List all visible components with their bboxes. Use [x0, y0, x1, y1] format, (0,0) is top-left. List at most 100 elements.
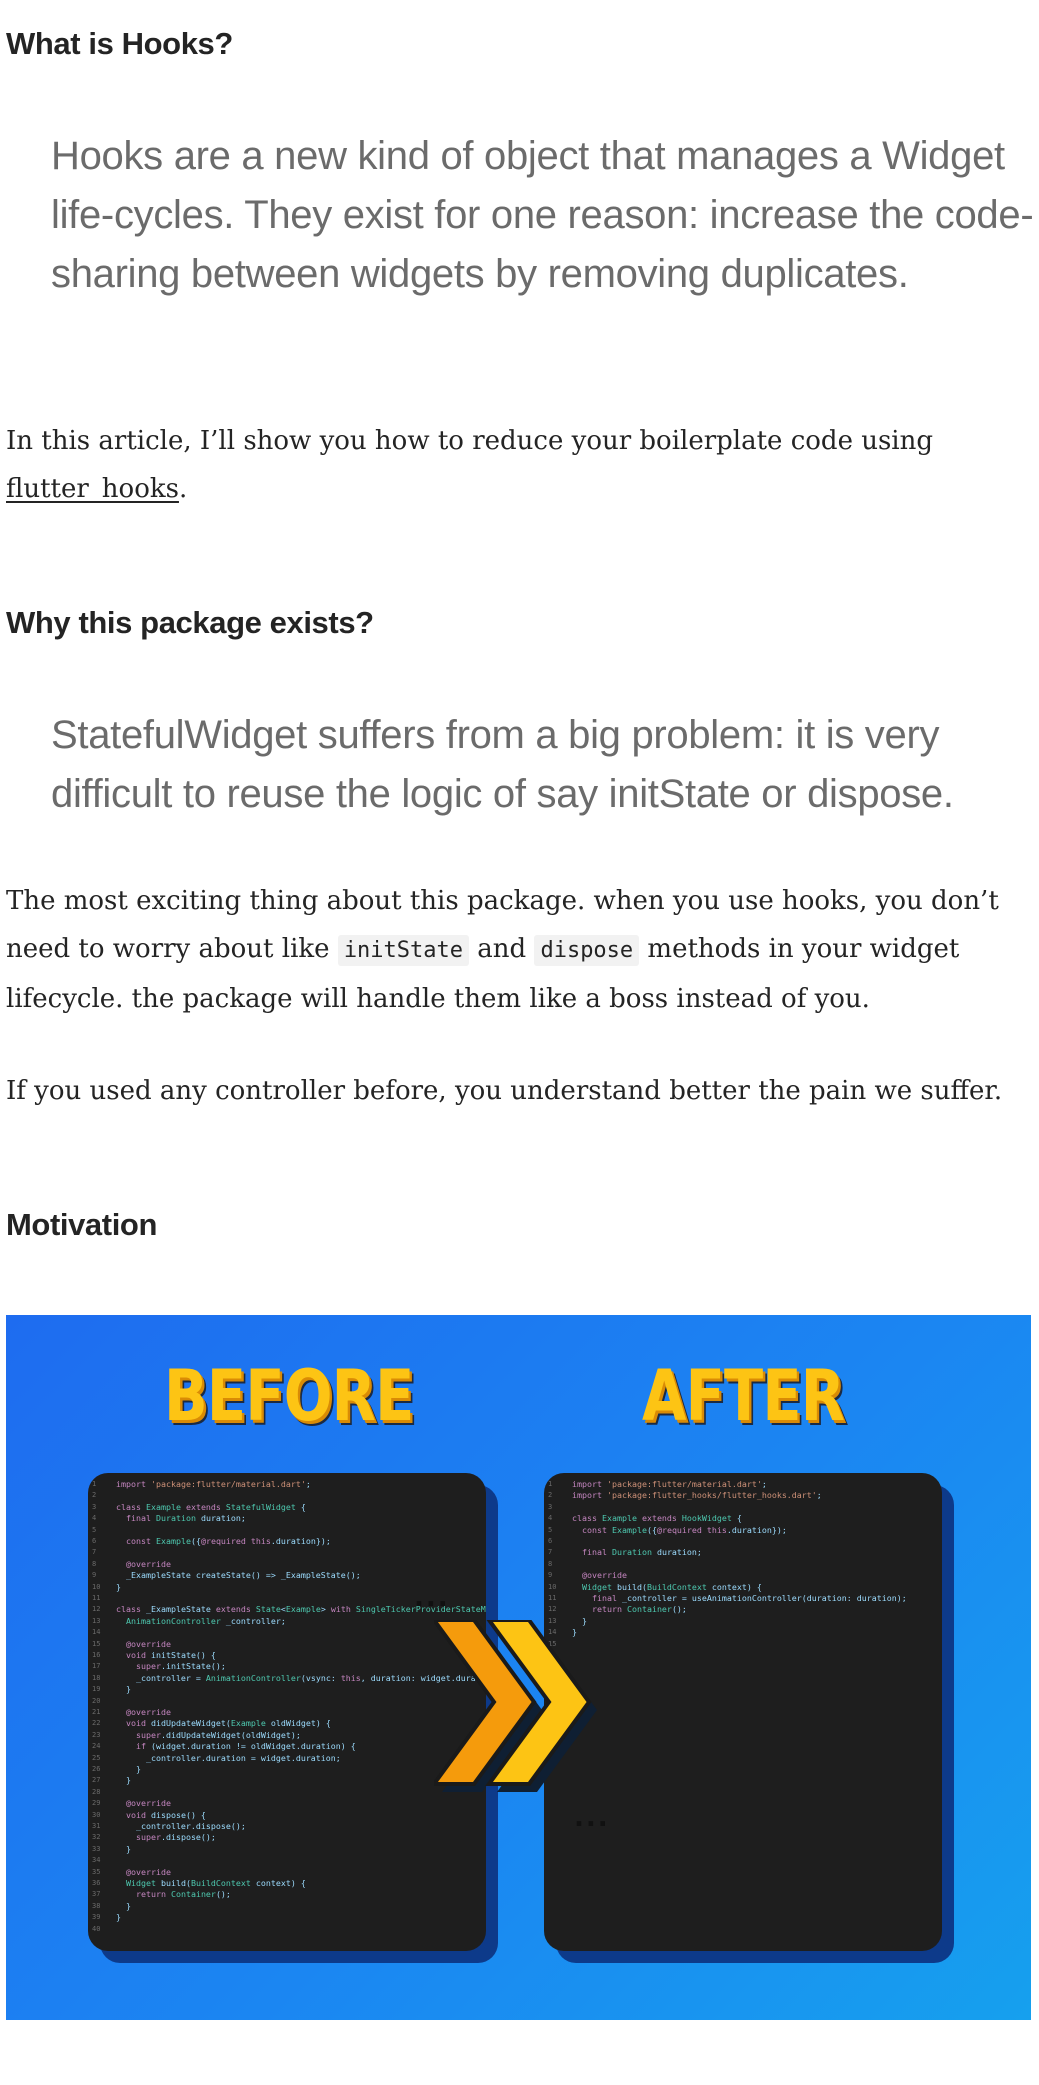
- before-line-number: 24: [92, 1742, 101, 1751]
- before-code-line: if (widget.duration != oldWidget.duratio…: [135, 1741, 356, 1752]
- before-code-line: final Duration duration;: [126, 1513, 246, 1524]
- before-code-line: _controller.duration = widget.duration;: [116, 1752, 341, 1763]
- before-line-number: 4: [92, 1514, 97, 1523]
- before-line-number: 40: [92, 1924, 101, 1933]
- after-code-line: import 'package:flutter/material.dart';: [572, 1479, 767, 1489]
- double-chevron-icon: [434, 1620, 597, 1792]
- before-code-line: @override: [126, 1866, 171, 1877]
- before-line-number: 9: [92, 1571, 97, 1580]
- flutter-hooks-link[interactable]: flutter_hooks: [6, 474, 179, 504]
- quote-what-is-hooks: Hooks are a new kind of object that mana…: [51, 134, 1034, 296]
- before-code-line: import 'package:flutter/material.dart';: [116, 1479, 311, 1489]
- before-line-number: 5: [92, 1525, 97, 1534]
- before-line-number: 37: [92, 1890, 101, 1899]
- before-line-number: 22: [92, 1719, 101, 1728]
- before-line-number: 18: [92, 1673, 101, 1682]
- heading-motivation: Motivation: [6, 1207, 157, 1242]
- after-code-line: return Container();: [591, 1604, 687, 1615]
- before-line-number: 25: [92, 1753, 101, 1762]
- inline-code-initstate: initState: [337, 935, 470, 966]
- after-line-number: 3: [548, 1502, 553, 1511]
- before-line-number: 26: [92, 1765, 101, 1773]
- after-code-line: final _controller = useAnimationControll…: [591, 1593, 907, 1603]
- after-code-line: import 'package:flutter_hooks/flutter_ho…: [572, 1490, 822, 1501]
- before-code-line: void dispose() {: [126, 1809, 206, 1820]
- after-code-line: Widget build(BuildContext context) {: [582, 1581, 762, 1592]
- before-line-number: 1: [92, 1480, 97, 1488]
- before-code-line: void initState() {: [126, 1650, 216, 1660]
- before-code-line: return Container();: [135, 1889, 231, 1900]
- before-code-line: }: [116, 1843, 131, 1854]
- before-line-number: 28: [92, 1787, 101, 1796]
- exciting-paragraph: The most exciting thing about this packa…: [6, 877, 1036, 1023]
- before-code-line: }: [116, 1900, 131, 1911]
- before-code-line: }: [116, 1775, 131, 1786]
- before-line-number: 21: [92, 1708, 101, 1716]
- before-line-number: 23: [92, 1730, 101, 1739]
- before-code-line: }: [116, 1684, 131, 1695]
- inline-code-dispose: dispose: [534, 935, 640, 966]
- intro-text: In this article, I’ll show you how to re…: [6, 426, 934, 456]
- after-code-line: @override: [582, 1570, 627, 1581]
- before-code-line: void didUpdateWidget(Example oldWidget) …: [126, 1718, 331, 1729]
- before-line-number: 38: [92, 1901, 101, 1910]
- before-line-number: 17: [92, 1662, 101, 1671]
- before-code-line: @override: [126, 1558, 171, 1569]
- before-label: BEFORE: [164, 1355, 414, 1437]
- after-line-number: 1: [548, 1480, 553, 1488]
- before-after-figure: BEFORE AFTER 1 import 'package:flutter/ma…: [6, 1315, 1031, 2020]
- before-line-number: 39: [92, 1913, 101, 1922]
- before-line-number: 32: [92, 1833, 101, 1842]
- before-code-line: AnimationController _controller;: [126, 1615, 286, 1626]
- before-line-number: 27: [92, 1776, 101, 1785]
- before-code-line: }: [116, 1581, 121, 1592]
- exciting-text-2: and: [469, 934, 535, 964]
- ellipsis-left: ...: [414, 1583, 450, 1613]
- before-line-number: 31: [92, 1822, 101, 1830]
- before-code-line: }: [116, 1912, 121, 1923]
- before-line-number: 3: [92, 1502, 97, 1511]
- before-line-number: 35: [92, 1867, 101, 1876]
- before-code-line: Widget build(BuildContext context) {: [126, 1878, 306, 1888]
- ellipsis-right: ...: [574, 1803, 610, 1833]
- before-line-number: 36: [92, 1879, 101, 1887]
- after-line-number: 2: [548, 1491, 553, 1500]
- before-code-line: class Example extends StatefulWidget {: [116, 1501, 306, 1512]
- before-line-number: 8: [92, 1559, 97, 1568]
- before-line-number: 20: [92, 1696, 101, 1705]
- after-code-line: const Example({@required this.duration})…: [582, 1524, 787, 1535]
- after-label: AFTER: [642, 1355, 845, 1437]
- before-line-number: 13: [92, 1616, 101, 1625]
- before-code-line: super.initState();: [135, 1661, 226, 1672]
- before-line-number: 12: [92, 1605, 101, 1614]
- before-line-number: 6: [92, 1537, 97, 1545]
- after-line-number: 10: [548, 1582, 557, 1591]
- before-code-line: super.didUpdateWidget(oldWidget);: [135, 1729, 301, 1740]
- after-line-number: 8: [548, 1559, 553, 1568]
- after-line-number: 5: [548, 1525, 553, 1534]
- after-line-number: 12: [548, 1605, 557, 1614]
- before-code-line: _controller = AnimationController(vsync:…: [116, 1672, 486, 1683]
- heading-why-package: Why this package exists?: [6, 605, 374, 640]
- before-code-line: @override: [126, 1798, 171, 1809]
- after-line-number: 11: [548, 1594, 557, 1602]
- before-code-line: }: [116, 1764, 141, 1774]
- before-line-number: 19: [92, 1685, 101, 1694]
- after-line-number: 6: [548, 1537, 553, 1545]
- before-line-number: 30: [92, 1810, 101, 1819]
- before-code-line: @override: [126, 1638, 171, 1649]
- before-line-number: 16: [92, 1651, 101, 1659]
- after-line-number: 4: [548, 1514, 553, 1523]
- controller-paragraph: If you used any controller before, you u…: [6, 1076, 1003, 1106]
- after-code-line: class Example extends HookWidget {: [572, 1513, 742, 1524]
- before-line-number: 33: [92, 1844, 101, 1853]
- before-line-number: 14: [92, 1628, 101, 1637]
- before-code-line: _ExampleState createState() => _ExampleS…: [116, 1570, 361, 1581]
- before-line-number: 34: [92, 1856, 101, 1865]
- intro-text-end: .: [178, 474, 188, 504]
- before-line-number: 7: [92, 1548, 97, 1557]
- before-line-number: 29: [92, 1799, 101, 1808]
- before-code-line: const Example({@required this.duration})…: [126, 1536, 331, 1546]
- before-line-number: 2: [92, 1491, 97, 1500]
- before-code-line: _controller.dispose();: [116, 1821, 246, 1831]
